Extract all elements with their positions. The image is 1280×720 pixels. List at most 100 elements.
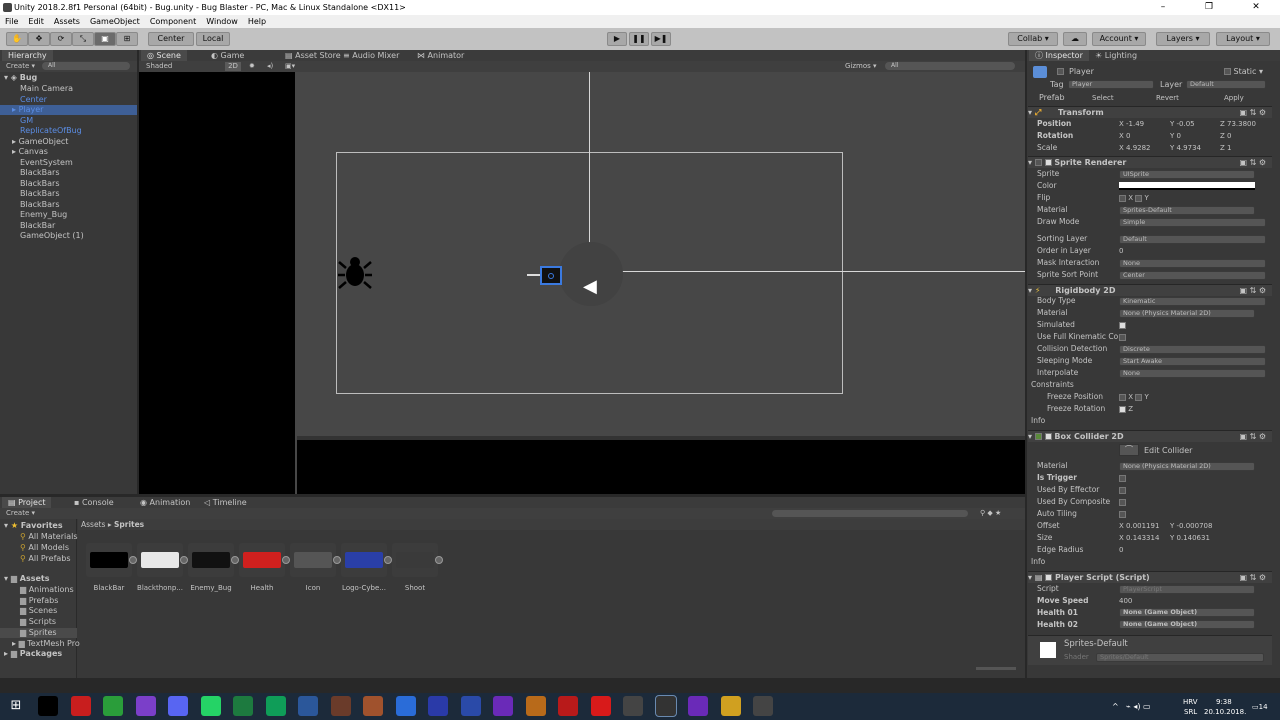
whatsapp-icon[interactable] [200,696,221,716]
hearthstone-icon[interactable] [363,696,383,716]
clock-time[interactable]: 9:38 [1216,697,1232,707]
lighting-toggle-icon[interactable]: ✹ [249,61,255,72]
pivot-local-button[interactable]: Local [196,32,230,46]
position-x-field[interactable]: X -1.49 [1119,118,1144,130]
project-create-button[interactable]: Create ▾ [6,509,35,517]
hierarchy-search-input[interactable]: All [42,62,130,70]
hierarchy-item[interactable]: ▸ Canvas [12,147,48,157]
language-indicator[interactable]: HRV [1183,697,1198,707]
mask-interaction-dropdown[interactable]: None [1119,259,1266,268]
layers-dropdown[interactable]: Layers ▾ [1156,32,1210,46]
sprite-asset-thumbnail[interactable] [137,543,188,577]
box-collider-header[interactable]: ▾ Box Collider 2D ▣ ⇅ ⚙ [1028,430,1272,442]
menu-help[interactable]: Help [243,15,271,28]
rigidbody-menu-icon[interactable]: ▣ ⇅ ⚙ [1239,285,1266,297]
chrome-icon[interactable] [103,696,123,716]
sorting-layer-dropdown[interactable]: Default [1119,235,1266,244]
edge-radius-field[interactable]: 0 [1119,544,1123,556]
premiere-icon[interactable] [525,696,546,716]
freeze-rotation-checkbox[interactable]: Z [1119,403,1133,415]
sprite-asset-thumbnail[interactable] [341,543,392,577]
breadcrumb-assets[interactable]: Assets [81,520,105,529]
hierarchy-item[interactable]: Main Camera [20,84,73,94]
hierarchy-item[interactable]: ▸ GameObject [12,137,68,147]
hierarchy-item[interactable]: EventSystem [20,158,73,168]
tab-hierarchy[interactable]: Hierarchy [2,50,53,61]
hierarchy-item[interactable]: GM [20,116,33,126]
sheets-icon[interactable] [265,696,286,716]
size-x-field[interactable]: X 0.143314 [1119,532,1159,544]
prefab-revert-button[interactable]: Revert [1156,93,1179,103]
prefab-apply-button[interactable]: Apply [1224,93,1244,103]
play-button[interactable]: ▶ [607,32,627,46]
menu-file[interactable]: File [0,15,23,28]
shader-dropdown[interactable]: Sprites/Default [1096,653,1264,662]
search-icon[interactable] [38,696,58,716]
scene-search-input[interactable]: All [885,62,1015,70]
offset-x-field[interactable]: X 0.001191 [1119,520,1159,532]
toggle-2d-button[interactable]: 2D [225,62,241,71]
rotation-x-field[interactable]: X 0 [1119,130,1130,142]
hierarchy-item[interactable]: ReplicateOfBug [20,126,82,136]
gameobject-name-field[interactable]: Player [1069,67,1094,77]
menu-gameobject[interactable]: GameObject [85,15,145,28]
hierarchy-item[interactable]: BlackBars [20,179,60,189]
material-field[interactable]: Sprites-Default [1119,206,1255,215]
tab-project[interactable]: ▤ Project [2,497,52,508]
favorites-folder[interactable]: ▾ ★ Favorites [4,521,63,531]
effects-toggle-icon[interactable]: ▣▾ [285,61,295,72]
hierarchy-item[interactable]: ▸ Player [12,105,43,115]
position-y-field[interactable]: Y -0.05 [1170,118,1195,130]
asset-folder[interactable]: ▆ Scripts [20,617,56,627]
sprite-asset-thumbnail[interactable] [86,543,137,577]
collab-button[interactable]: Collab ▾ [1008,32,1058,46]
sprite-asset-thumbnail[interactable] [188,543,239,577]
tab-lighting[interactable]: ☀ Lighting [1089,50,1143,61]
project-search-input[interactable] [772,510,968,517]
discord-icon[interactable] [168,696,188,716]
player-script-menu-icon[interactable]: ▣ ⇅ ⚙ [1239,572,1266,584]
audio-toggle-icon[interactable]: ◂) [267,61,273,72]
interpolate-dropdown[interactable]: None [1119,369,1266,378]
tab-scene[interactable]: ◎ Scene [141,50,187,61]
offset-y-field[interactable]: Y -0.000708 [1170,520,1212,532]
tray-icons[interactable]: ⌁ ◂) ▭ [1126,702,1151,712]
flip-toggles[interactable]: X Y [1119,192,1149,204]
transform-tool-icon[interactable]: ⊞ [116,32,138,46]
active-toggle[interactable] [1057,67,1064,77]
collider-material-field[interactable]: None (Physics Material 2D) [1119,462,1255,471]
simulated-checkbox[interactable] [1119,319,1126,331]
tab-game[interactable]: ◐ Game [205,50,250,61]
sprite-renderer-menu-icon[interactable]: ▣ ⇅ ⚙ [1239,157,1266,169]
hand-tool-icon[interactable]: ✋ [6,32,28,46]
prefab-select-button[interactable]: Select [1092,93,1114,103]
scene-root-bug[interactable]: ▾ ◈ Bug [4,73,37,83]
audition-icon[interactable] [460,696,481,716]
asset-folder[interactable]: ▆ Scenes [20,606,57,616]
full-kinematic-checkbox[interactable] [1119,331,1126,343]
tab-animator[interactable]: ⋈ Animator [411,50,470,61]
after-effects-icon[interactable] [493,696,513,716]
opera-icon[interactable] [70,696,91,716]
sprite-field[interactable]: UISprite [1119,170,1255,179]
box-collider-menu-icon[interactable]: ▣ ⇅ ⚙ [1239,431,1266,443]
asset-folder[interactable]: ▆ Prefabs [20,596,58,606]
sort-point-dropdown[interactable]: Center [1119,271,1266,280]
collision-detection-dropdown[interactable]: Discrete [1119,345,1266,354]
cloud-icon[interactable]: ☁ [1063,32,1087,46]
asset-folder[interactable]: ▆ Sprites [20,628,57,638]
hierarchy-item[interactable]: BlackBars [20,200,60,210]
tab-timeline[interactable]: ◁ Timeline [198,497,253,508]
draw-mode-dropdown[interactable]: Simple [1119,218,1266,227]
hierarchy-create-button[interactable]: Create ▾ [6,62,35,70]
fav-all-models[interactable]: ⚲ All Models [20,543,69,553]
acrobat-icon[interactable] [590,696,611,716]
tag-dropdown[interactable]: Player [1068,80,1154,89]
rotate-tool-icon[interactable]: ⟳ [50,32,72,46]
wot-icon[interactable] [330,696,351,716]
move-speed-field[interactable]: 400 [1119,595,1132,607]
hierarchy-item[interactable]: Center [20,95,47,105]
scale-tool-icon[interactable]: ⤡ [72,32,94,46]
filter-icons[interactable]: ⚲ ◆ ★ [980,508,1001,519]
static-toggle[interactable]: Static ▾ [1224,67,1263,77]
